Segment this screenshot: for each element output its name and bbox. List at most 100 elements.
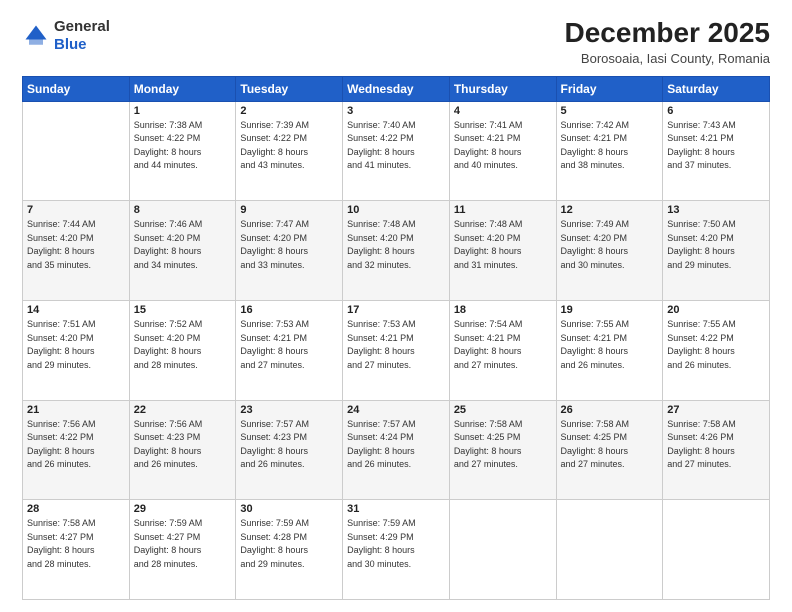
day-info: Sunrise: 7:48 AM Sunset: 4:20 PM Dayligh…	[454, 218, 552, 272]
day-number: 20	[667, 304, 765, 316]
calendar-cell: 16 Sunrise: 7:53 AM Sunset: 4:21 PM Dayli…	[236, 301, 343, 401]
day-number: 8	[134, 204, 232, 216]
logo-general: General	[54, 18, 110, 35]
day-info: Sunrise: 7:57 AM Sunset: 4:23 PM Dayligh…	[240, 418, 338, 472]
calendar-week-3: 14Sunrise: 7:51 AM Sunset: 4:20 PM Dayli…	[23, 301, 770, 401]
col-friday: Friday	[556, 76, 663, 101]
header: General Blue December 2025 Borosoaia, Ia…	[22, 18, 770, 66]
col-tuesday: Tuesday	[236, 76, 343, 101]
day-number: 24	[347, 404, 445, 416]
day-number: 4	[454, 105, 552, 117]
day-info: Sunrise: 7:55 AM Sunset: 4:22 PM Dayligh…	[667, 318, 765, 372]
calendar-cell: 30 Sunrise: 7:59 AM Sunset: 4:28 PM Dayli…	[236, 500, 343, 600]
day-info: Sunrise: 7:41 AM Sunset: 4:21 PM Dayligh…	[454, 119, 552, 173]
day-number: 19	[561, 304, 659, 316]
calendar-cell	[23, 101, 130, 201]
day-number: 1	[134, 105, 232, 117]
day-info: Sunrise: 7:58 AM Sunset: 4:26 PM Dayligh…	[667, 418, 765, 472]
calendar-cell	[556, 500, 663, 600]
calendar-week-1: 1 Sunrise: 7:38 AM Sunset: 4:22 PM Daylig…	[23, 101, 770, 201]
day-number: 31	[347, 503, 445, 515]
calendar-cell: 2Sunrise: 7:39 AM Sunset: 4:22 PM Daylig…	[236, 101, 343, 201]
day-info: Sunrise: 7:38 AM Sunset: 4:22 PM Dayligh…	[134, 119, 232, 173]
logo-icon	[22, 22, 50, 50]
day-info: Sunrise: 7:55 AM Sunset: 4:21 PM Dayligh…	[561, 318, 659, 372]
calendar-week-4: 21Sunrise: 7:56 AM Sunset: 4:22 PM Dayli…	[23, 400, 770, 500]
day-number: 3	[347, 105, 445, 117]
day-info: Sunrise: 7:56 AM Sunset: 4:23 PM Dayligh…	[134, 418, 232, 472]
col-thursday: Thursday	[449, 76, 556, 101]
day-info: Sunrise: 7:56 AM Sunset: 4:22 PM Dayligh…	[27, 418, 125, 472]
calendar-cell: 31 Sunrise: 7:59 AM Sunset: 4:29 PM Dayli…	[343, 500, 450, 600]
day-number: 17	[347, 304, 445, 316]
day-number: 11	[454, 204, 552, 216]
col-monday: Monday	[129, 76, 236, 101]
calendar-cell: 19 Sunrise: 7:55 AM Sunset: 4:21 PM Dayli…	[556, 301, 663, 401]
calendar-cell: 28Sunrise: 7:58 AM Sunset: 4:27 PM Dayli…	[23, 500, 130, 600]
calendar-cell: 26 Sunrise: 7:58 AM Sunset: 4:25 PM Dayli…	[556, 400, 663, 500]
calendar-cell: 12 Sunrise: 7:49 AM Sunset: 4:20 PM Dayli…	[556, 201, 663, 301]
calendar-cell: 14Sunrise: 7:51 AM Sunset: 4:20 PM Dayli…	[23, 301, 130, 401]
calendar-cell: 6 Sunrise: 7:43 AM Sunset: 4:21 PM Daylig…	[663, 101, 770, 201]
calendar-cell: 15Sunrise: 7:52 AM Sunset: 4:20 PM Dayli…	[129, 301, 236, 401]
calendar-cell: 13 Sunrise: 7:50 AM Sunset: 4:20 PM Dayli…	[663, 201, 770, 301]
calendar-cell: 11 Sunrise: 7:48 AM Sunset: 4:20 PM Dayli…	[449, 201, 556, 301]
day-number: 18	[454, 304, 552, 316]
day-number: 9	[240, 204, 338, 216]
day-info: Sunrise: 7:53 AM Sunset: 4:21 PM Dayligh…	[347, 318, 445, 372]
day-number: 29	[134, 503, 232, 515]
calendar-cell: 22 Sunrise: 7:56 AM Sunset: 4:23 PM Dayli…	[129, 400, 236, 500]
day-info: Sunrise: 7:58 AM Sunset: 4:25 PM Dayligh…	[454, 418, 552, 472]
calendar-week-5: 28Sunrise: 7:58 AM Sunset: 4:27 PM Dayli…	[23, 500, 770, 600]
calendar-cell: 1 Sunrise: 7:38 AM Sunset: 4:22 PM Daylig…	[129, 101, 236, 201]
day-info: Sunrise: 7:42 AM Sunset: 4:21 PM Dayligh…	[561, 119, 659, 173]
day-number: 7	[27, 204, 125, 216]
day-info: Sunrise: 7:51 AM Sunset: 4:20 PM Dayligh…	[27, 318, 125, 372]
day-info: Sunrise: 7:49 AM Sunset: 4:20 PM Dayligh…	[561, 218, 659, 272]
calendar-cell: 5 Sunrise: 7:42 AM Sunset: 4:21 PM Daylig…	[556, 101, 663, 201]
calendar-cell: 27Sunrise: 7:58 AM Sunset: 4:26 PM Dayli…	[663, 400, 770, 500]
calendar-cell: 7Sunrise: 7:44 AM Sunset: 4:20 PM Daylig…	[23, 201, 130, 301]
day-info: Sunrise: 7:58 AM Sunset: 4:25 PM Dayligh…	[561, 418, 659, 472]
day-number: 5	[561, 105, 659, 117]
calendar-cell: 10Sunrise: 7:48 AM Sunset: 4:20 PM Dayli…	[343, 201, 450, 301]
calendar-cell	[449, 500, 556, 600]
day-number: 13	[667, 204, 765, 216]
day-number: 26	[561, 404, 659, 416]
col-sunday: Sunday	[23, 76, 130, 101]
day-number: 12	[561, 204, 659, 216]
day-info: Sunrise: 7:59 AM Sunset: 4:27 PM Dayligh…	[134, 517, 232, 571]
day-info: Sunrise: 7:53 AM Sunset: 4:21 PM Dayligh…	[240, 318, 338, 372]
day-info: Sunrise: 7:57 AM Sunset: 4:24 PM Dayligh…	[347, 418, 445, 472]
day-info: Sunrise: 7:48 AM Sunset: 4:20 PM Dayligh…	[347, 218, 445, 272]
day-info: Sunrise: 7:59 AM Sunset: 4:29 PM Dayligh…	[347, 517, 445, 571]
logo-blue: Blue	[54, 36, 87, 53]
day-info: Sunrise: 7:40 AM Sunset: 4:22 PM Dayligh…	[347, 119, 445, 173]
calendar-cell: 4 Sunrise: 7:41 AM Sunset: 4:21 PM Daylig…	[449, 101, 556, 201]
page: General Blue December 2025 Borosoaia, Ia…	[0, 0, 792, 612]
day-info: Sunrise: 7:43 AM Sunset: 4:21 PM Dayligh…	[667, 119, 765, 173]
day-info: Sunrise: 7:59 AM Sunset: 4:28 PM Dayligh…	[240, 517, 338, 571]
day-info: Sunrise: 7:50 AM Sunset: 4:20 PM Dayligh…	[667, 218, 765, 272]
day-number: 6	[667, 105, 765, 117]
calendar-header: Sunday Monday Tuesday Wednesday Thursday…	[23, 76, 770, 101]
logo-text: General Blue	[54, 18, 110, 54]
calendar-cell: 9Sunrise: 7:47 AM Sunset: 4:20 PM Daylig…	[236, 201, 343, 301]
calendar-cell: 20 Sunrise: 7:55 AM Sunset: 4:22 PM Dayli…	[663, 301, 770, 401]
logo: General Blue	[22, 18, 110, 54]
day-number: 2	[240, 105, 338, 117]
title-block: December 2025 Borosoaia, Iasi County, Ro…	[565, 18, 770, 66]
col-wednesday: Wednesday	[343, 76, 450, 101]
day-number: 16	[240, 304, 338, 316]
day-number: 22	[134, 404, 232, 416]
calendar-cell	[663, 500, 770, 600]
page-title: December 2025	[565, 18, 770, 49]
day-info: Sunrise: 7:54 AM Sunset: 4:21 PM Dayligh…	[454, 318, 552, 372]
calendar-cell: 25Sunrise: 7:58 AM Sunset: 4:25 PM Dayli…	[449, 400, 556, 500]
calendar-cell: 29 Sunrise: 7:59 AM Sunset: 4:27 PM Dayli…	[129, 500, 236, 600]
calendar-cell: 8Sunrise: 7:46 AM Sunset: 4:20 PM Daylig…	[129, 201, 236, 301]
page-subtitle: Borosoaia, Iasi County, Romania	[565, 51, 770, 66]
day-info: Sunrise: 7:58 AM Sunset: 4:27 PM Dayligh…	[27, 517, 125, 571]
calendar-cell: 23Sunrise: 7:57 AM Sunset: 4:23 PM Dayli…	[236, 400, 343, 500]
day-number: 30	[240, 503, 338, 515]
